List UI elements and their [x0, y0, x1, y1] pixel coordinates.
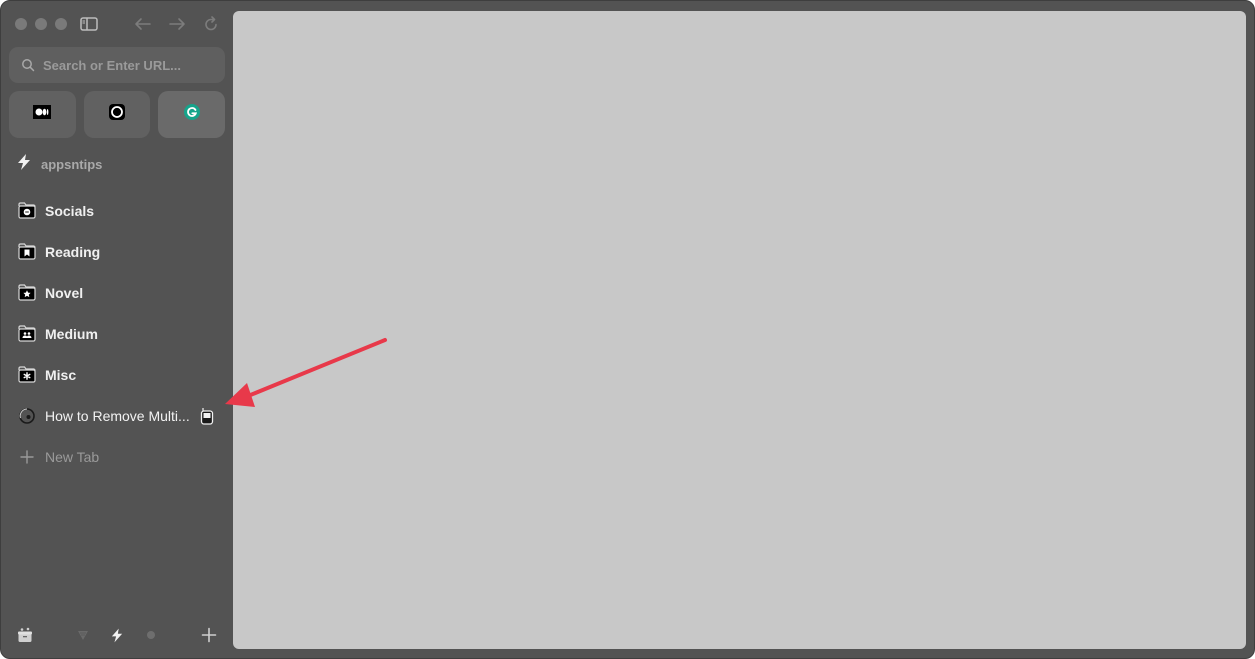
pinned-tabs [9, 91, 226, 138]
space-name: appsntips [41, 156, 103, 172]
search-placeholder: Search or Enter URL... [43, 57, 181, 73]
sidebar-folder-misc[interactable]: Misc [1, 354, 233, 395]
sidebar-folder-novel[interactable]: Novel [1, 272, 233, 313]
space-lightning-icon[interactable] [107, 625, 127, 645]
search-icon [21, 58, 35, 72]
close-window-button[interactable] [15, 18, 27, 30]
favicon-icon [17, 406, 37, 426]
folder-bookmark-icon [17, 242, 37, 262]
space-dot-icon[interactable] [141, 625, 161, 645]
sidebar-item-label: Medium [45, 325, 98, 342]
folder-people-icon [17, 324, 37, 344]
arrow-left-icon[interactable] [133, 14, 153, 34]
reload-icon[interactable] [201, 14, 221, 34]
pinned-tab-circle[interactable] [83, 91, 151, 138]
sidebar-toggle-icon[interactable] [79, 14, 99, 34]
pinned-tab-grammarly[interactable] [158, 91, 226, 138]
archive-icon[interactable] [15, 625, 35, 645]
sidebar-folder-reading[interactable]: Reading [1, 231, 233, 272]
grammarly-icon [183, 104, 200, 125]
folder-asterisk-icon [17, 365, 37, 385]
mute-icon[interactable] [199, 406, 215, 426]
folder-chat-icon [17, 201, 37, 221]
new-tab-label: New Tab [45, 448, 100, 465]
maximize-window-button[interactable] [55, 18, 67, 30]
sidebar-item-label: Reading [45, 243, 101, 260]
folder-star-icon [17, 283, 37, 303]
new-tab-button[interactable]: New Tab [1, 436, 233, 477]
lightning-icon [17, 153, 31, 175]
sidebar-items: Socials Reading Novel Medium Misc How to… [1, 190, 233, 477]
browser-window: Search or Enter URL... appsntips Socials… [0, 0, 1255, 659]
sidebar-folder-socials[interactable]: Socials [1, 190, 233, 231]
sidebar-item-label: How to Remove Multi... [45, 407, 190, 424]
arrow-right-icon[interactable] [167, 14, 187, 34]
plus-icon [17, 447, 37, 467]
minimize-window-button[interactable] [35, 18, 47, 30]
sidebar-bottom-bar [1, 621, 233, 649]
web-content-area[interactable] [233, 11, 1246, 649]
sidebar-tab[interactable]: How to Remove Multi... [1, 395, 233, 436]
space-triangle-icon[interactable] [73, 625, 93, 645]
medium-icon [33, 105, 52, 124]
search-input[interactable]: Search or Enter URL... [9, 47, 225, 83]
add-space-icon[interactable] [199, 625, 219, 645]
circle-icon [109, 104, 125, 125]
sidebar-item-label: Misc [45, 366, 77, 383]
sidebar: Search or Enter URL... appsntips Socials… [1, 1, 233, 658]
sidebar-folder-medium[interactable]: Medium [1, 313, 233, 354]
sidebar-item-label: Novel [45, 284, 84, 301]
space-title[interactable]: appsntips [17, 153, 102, 175]
pinned-tab-medium[interactable] [9, 91, 76, 138]
sidebar-item-label: Socials [45, 202, 95, 219]
